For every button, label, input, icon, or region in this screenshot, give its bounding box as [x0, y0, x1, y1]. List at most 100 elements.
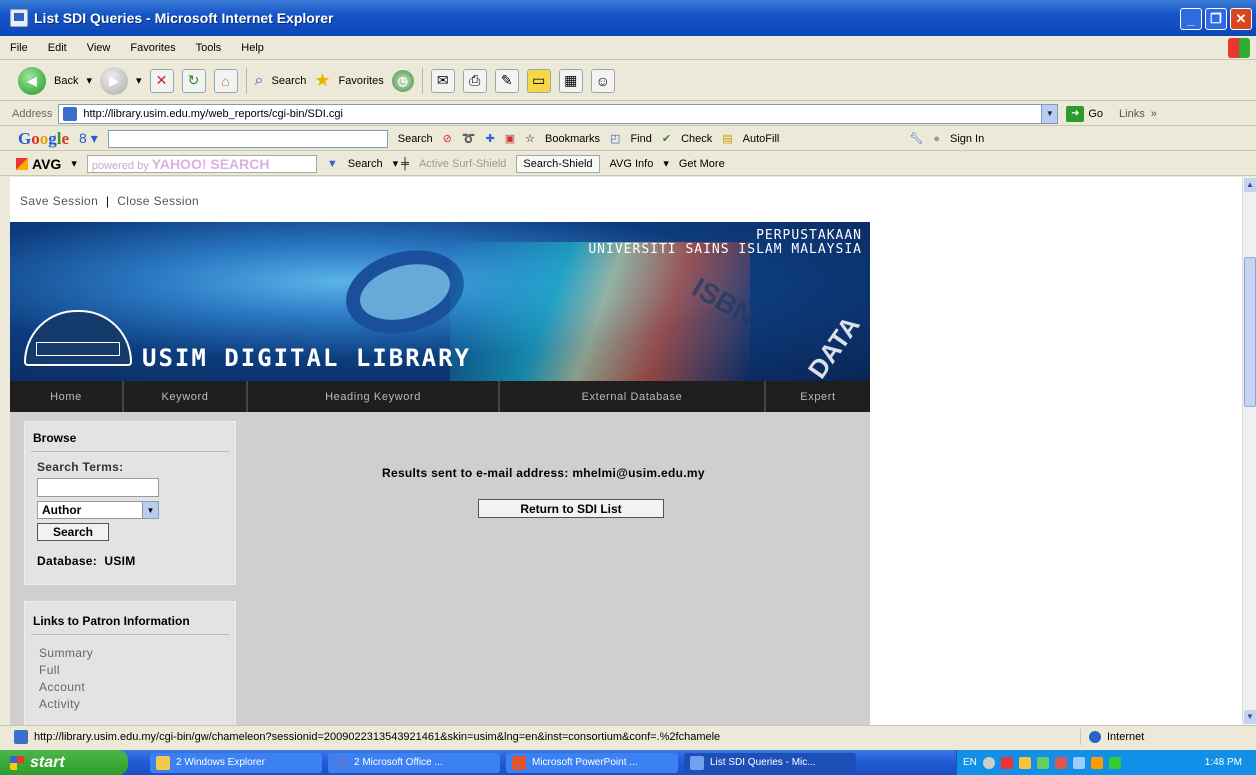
menu-tools[interactable]: Tools [186, 42, 232, 54]
menu-favorites[interactable]: Favorites [120, 42, 185, 54]
patron-link-activity[interactable]: Activity [39, 696, 235, 713]
get-more-button[interactable]: Get More [679, 158, 725, 170]
avg-info-chevron-icon[interactable]: ▾ [663, 157, 669, 170]
task-windows-explorer[interactable]: 2 Windows Explorer [150, 752, 322, 773]
back-dropdown-icon[interactable]: ▾ [86, 74, 92, 87]
active-surf-shield-button[interactable]: Active Surf-Shield [419, 158, 506, 170]
google-logo[interactable]: Google [18, 129, 69, 149]
bookmarks-button[interactable]: Bookmarks [545, 133, 600, 145]
research-icon[interactable]: ▦ [558, 68, 583, 93]
back-arrow-icon[interactable]: ◀ [18, 66, 46, 95]
minimize-icon[interactable]: _ [1180, 8, 1202, 30]
yahoo-dropdown-icon[interactable]: ▼ [327, 158, 338, 170]
language-indicator[interactable]: EN [963, 757, 977, 768]
scroll-thumb[interactable] [1244, 257, 1256, 407]
pagerank-icon[interactable]: ▣ [505, 132, 515, 145]
close-session-link[interactable]: Close Session [117, 194, 199, 208]
favorites-button-label[interactable]: Favorites [339, 75, 384, 87]
search-icon[interactable]: ⌕ [255, 72, 264, 90]
links-chevron-icon[interactable]: » [1151, 108, 1157, 120]
edit-icon[interactable]: ✎ [494, 68, 519, 93]
tray-icon[interactable] [1036, 756, 1049, 769]
vertical-scrollbar[interactable]: ▲ ▼ [1242, 177, 1256, 725]
tray-icon[interactable] [982, 756, 995, 769]
patron-link-account[interactable]: Account [39, 679, 235, 696]
return-to-sdi-list-button[interactable]: Return to SDI List [478, 499, 664, 518]
google-search-button[interactable]: Search [398, 133, 433, 145]
links-button[interactable]: Links [1119, 108, 1145, 120]
nav-external-database[interactable]: External Database [500, 381, 766, 412]
popup-blocker-icon[interactable]: ⊘ [443, 132, 452, 145]
restore-icon[interactable]: ❐ [1205, 8, 1227, 30]
forward-dropdown-icon[interactable]: ▾ [136, 74, 142, 87]
back-button-label[interactable]: Back [54, 75, 78, 87]
start-button[interactable]: start [0, 750, 128, 775]
avg-info-button[interactable]: AVG Info [610, 158, 654, 170]
mail-icon[interactable]: ✉ [430, 68, 455, 93]
search-button-label[interactable]: Search [272, 75, 307, 87]
menu-help[interactable]: Help [231, 42, 274, 54]
search-shield-button[interactable]: Search-Shield [516, 154, 600, 173]
tray-icon[interactable] [1072, 756, 1085, 769]
bookmarks-star-icon[interactable]: ☆ [525, 132, 535, 145]
avg-search-button[interactable]: Search [348, 158, 383, 170]
google-search-input[interactable] [107, 129, 388, 148]
title-bar[interactable]: List SDI Queries - Microsoft Internet Ex… [0, 0, 1256, 36]
patron-link-summary[interactable]: Summary [39, 645, 235, 662]
nav-expert[interactable]: Expert [766, 381, 870, 412]
avg-menu-chevron-icon[interactable]: ▾ [71, 157, 77, 170]
scroll-up-icon[interactable]: ▲ [1244, 178, 1256, 192]
main-nav: Home Keyword Heading Keyword External Da… [10, 381, 870, 412]
yahoo-search-input[interactable]: powered by YAHOO! SEARCH [86, 154, 317, 173]
google-g-menu[interactable]: 8 ▾ [79, 130, 98, 147]
nav-keyword[interactable]: Keyword [124, 381, 248, 412]
wrench-icon[interactable]: 🔧︎ [909, 132, 923, 145]
find-icon[interactable]: ◰ [610, 132, 620, 145]
menu-edit[interactable]: Edit [38, 42, 77, 54]
check-button[interactable]: Check [681, 133, 712, 145]
messenger-icon[interactable]: ☺ [590, 68, 615, 93]
tray-icon[interactable] [1018, 756, 1031, 769]
task-microsoft-office[interactable]: 2 Microsoft Office ... [328, 752, 500, 773]
spell-icon[interactable]: ➰ [462, 132, 476, 145]
chevron-down-icon[interactable]: ▼ [1041, 104, 1058, 123]
forward-arrow-icon[interactable]: ▶ [100, 66, 128, 95]
save-session-link[interactable]: Save Session [20, 194, 98, 208]
autofill-button[interactable]: AutoFill [743, 133, 780, 145]
search-terms-input[interactable] [37, 478, 159, 497]
task-powerpoint[interactable]: Microsoft PowerPoint ... [506, 752, 678, 773]
search-field-select[interactable]: Author ▼ [37, 501, 159, 519]
history-icon[interactable]: ◷ [391, 69, 414, 92]
nav-heading-keyword[interactable]: Heading Keyword [248, 381, 500, 412]
sign-in-button[interactable]: Sign In [950, 133, 984, 145]
sign-in-icon[interactable]: ● [933, 133, 940, 145]
find-button[interactable]: Find [630, 133, 651, 145]
nav-home[interactable]: Home [10, 381, 124, 412]
tray-icon[interactable] [1108, 756, 1121, 769]
scroll-down-icon[interactable]: ▼ [1244, 710, 1256, 724]
tray-icon[interactable] [1090, 756, 1103, 769]
print-icon[interactable]: ⎙ [462, 68, 487, 93]
avg-logo[interactable]: AVG [16, 156, 61, 172]
browse-search-button[interactable]: Search [37, 523, 109, 541]
news-icon[interactable]: ✚ [486, 132, 495, 145]
tray-icon[interactable] [1054, 756, 1067, 769]
stop-icon[interactable]: ✕ [149, 68, 174, 93]
favorites-star-icon[interactable]: ★ [314, 70, 330, 91]
menu-file[interactable]: File [0, 42, 38, 54]
patron-link-full[interactable]: Full [39, 662, 235, 679]
home-icon[interactable]: ⌂ [213, 68, 238, 93]
avg-search-chevron-icon[interactable]: ▾ ╪ [393, 157, 409, 170]
task-list-sdi-queries[interactable]: List SDI Queries - Mic... [684, 752, 856, 773]
tray-icon[interactable] [1000, 756, 1013, 769]
refresh-icon[interactable]: ↻ [181, 68, 206, 93]
address-input[interactable]: http://library.usim.edu.my/web_reports/c… [58, 103, 1059, 124]
discuss-icon[interactable]: ▭ [526, 68, 551, 93]
autofill-icon[interactable]: ▤ [722, 132, 732, 145]
address-url[interactable]: http://library.usim.edu.my/web_reports/c… [83, 108, 343, 120]
close-icon[interactable]: ✕ [1230, 8, 1252, 30]
check-icon[interactable]: ✔ [662, 132, 671, 145]
go-button[interactable]: ➜ Go [1066, 105, 1103, 122]
menu-view[interactable]: View [77, 42, 121, 54]
chevron-down-icon[interactable]: ▼ [142, 502, 158, 518]
